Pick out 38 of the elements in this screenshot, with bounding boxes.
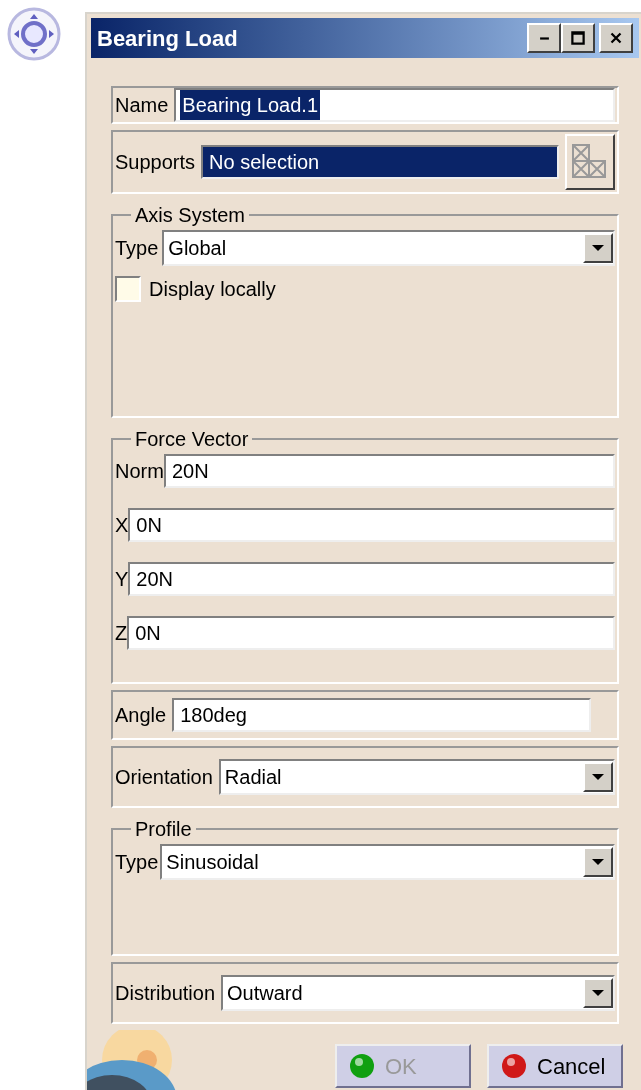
field-label: Y [115, 567, 129, 592]
field-label: Z [115, 621, 128, 646]
value-field[interactable]: 20N [128, 562, 615, 596]
ball-icon [349, 1053, 375, 1079]
value-field[interactable]: 0N [127, 616, 615, 650]
field-label: Angle [115, 703, 167, 728]
angle-field[interactable]: 180deg [172, 698, 591, 732]
field-label: Norm [115, 459, 164, 484]
field-label: Type [115, 850, 159, 875]
maximize-button[interactable] [561, 23, 595, 53]
field-label: Distribution [115, 981, 216, 1006]
field-label: Type [115, 236, 159, 261]
field-label: Orientation [115, 765, 213, 790]
field-label: X [115, 513, 129, 538]
window-title: Bearing Load [97, 24, 239, 53]
selection-button[interactable] [565, 134, 615, 190]
minimize-icon [538, 35, 550, 41]
dropdown[interactable]: Outward [221, 975, 615, 1011]
ball-icon [501, 1053, 527, 1079]
dropdown[interactable]: Global [162, 230, 615, 266]
value-field[interactable]: 20N [163, 454, 615, 488]
field-label: Supports [115, 150, 196, 175]
group-title: Force Vector [134, 427, 250, 452]
minimize-button[interactable] [527, 23, 561, 53]
dropdown[interactable]: Radial [218, 759, 615, 795]
name-field[interactable]: Bearing Load.1 [174, 88, 615, 122]
group-title: Axis System [134, 203, 247, 228]
supports-field[interactable]: No selection [201, 145, 559, 179]
checkbox[interactable] [115, 276, 141, 302]
value-field[interactable]: 0N [128, 508, 615, 542]
bearing-icon [6, 6, 62, 62]
maximize-icon [569, 29, 587, 47]
close-button[interactable] [599, 23, 633, 53]
cancel-button[interactable]: Cancel [487, 1044, 623, 1088]
field-label: Display locally [149, 277, 276, 302]
field-label: Name [115, 93, 169, 118]
group-title: Profile [134, 817, 193, 842]
dropdown[interactable]: Sinusoidal [160, 844, 615, 880]
